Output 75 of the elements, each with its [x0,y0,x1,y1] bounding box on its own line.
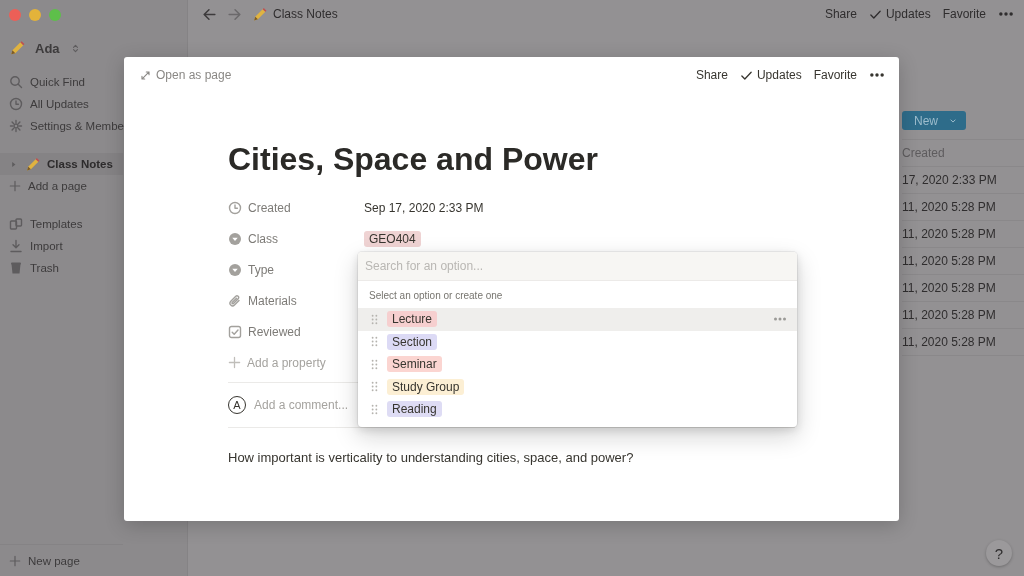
plus-icon [228,356,241,369]
option-tag: Reading [387,401,442,418]
workspace-switcher[interactable]: Ada [0,35,123,61]
new-page-button[interactable]: New page [0,544,123,576]
back-button[interactable] [202,6,217,22]
dropdown-icon [228,231,242,246]
sidebar-item[interactable]: Quick Find [0,71,123,93]
table-cell: 17, 2020 2:33 PM [902,167,1024,194]
option-tag: Study Group [387,378,465,395]
toolbar-button[interactable]: Favorite [813,68,857,82]
clock-icon [228,200,242,215]
toolbar-button[interactable]: Share [695,68,728,82]
option-item[interactable]: Section [358,330,797,353]
dropdown-icon [228,262,242,277]
expand-icon [140,69,151,81]
option-item[interactable]: Study Group [358,375,797,398]
table-cell: 11, 2020 5:28 PM [902,275,1024,302]
paperclip-icon [228,293,242,308]
forward-arrow-icon [227,6,242,22]
property-label[interactable]: Materials [228,293,297,308]
sidebar-item[interactable]: All Updates [0,93,123,115]
sidebar-item[interactable]: Import [0,235,123,257]
option-tag: Seminar [387,356,442,373]
class-tag: GEO404 [364,230,421,247]
property-value: Sep 17, 2020 2:33 PM [364,200,484,215]
add-page-button[interactable]: Add a page [0,175,123,197]
back-arrow-icon [202,6,217,22]
clock-icon [9,97,23,111]
toolbar-button[interactable]: Updates [739,68,802,82]
option-item[interactable]: Seminar [358,353,797,376]
pencil-icon [252,6,267,22]
settings-icon [9,119,23,133]
page-item[interactable]: Class Notes [0,153,123,175]
property-label[interactable]: Reviewed [228,324,301,339]
caret-icon [9,159,18,169]
toolbar-button[interactable]: Favorite [942,7,986,21]
help-button[interactable]: ? [986,540,1012,566]
table-cell: 11, 2020 5:28 PM [902,248,1024,275]
sidebar-item[interactable]: Trash [0,257,123,279]
forward-button[interactable] [227,6,242,22]
maximize-button[interactable] [49,9,61,21]
table-cell: 11, 2020 5:28 PM [902,194,1024,221]
search-icon [9,75,23,89]
minimize-button[interactable] [29,9,41,21]
table-cell: 11, 2020 5:28 PM [902,302,1024,329]
option-tag: Lecture [387,311,438,328]
property-label[interactable]: Type [228,262,274,277]
property-label[interactable]: Created [228,200,291,215]
open-as-page-button[interactable]: Open as page [140,68,696,82]
option-item[interactable]: Reading [358,398,797,421]
sidebar-item[interactable]: Settings & Membe [0,115,123,137]
comment-field[interactable]: Add a comment... [254,398,349,412]
plus-icon [9,554,21,567]
plus-icon [9,180,21,192]
sidebar-item[interactable]: Templates [0,213,123,235]
property-label[interactable]: Class [228,231,278,246]
breadcrumb-link[interactable]: Class Notes [273,7,338,21]
add-property-button[interactable]: Add a property [228,347,326,378]
new-button[interactable]: New [902,111,966,130]
pencil-icon [9,40,25,56]
table-cell: 11, 2020 5:28 PM [902,221,1024,248]
page-title: Cities, Space and Power [228,141,599,178]
table-cell: 11, 2020 5:28 PM [902,329,1024,356]
import-icon [9,239,23,253]
option-tag: Section [387,333,438,350]
pencil-icon [25,156,40,172]
page-text: How important is verticality to understanding cities, space, and power? [228,450,635,465]
checkbox-icon [228,324,242,339]
search-field[interactable]: Search for an option... [358,252,797,281]
option-item[interactable]: Lecture [358,308,797,331]
toolbar-button[interactable]: Updates [868,7,931,21]
toolbar-button[interactable]: Share [824,7,857,21]
trash-icon [9,261,23,275]
templates-icon [9,217,23,231]
menu-hint: Select an option or create one [368,289,504,303]
